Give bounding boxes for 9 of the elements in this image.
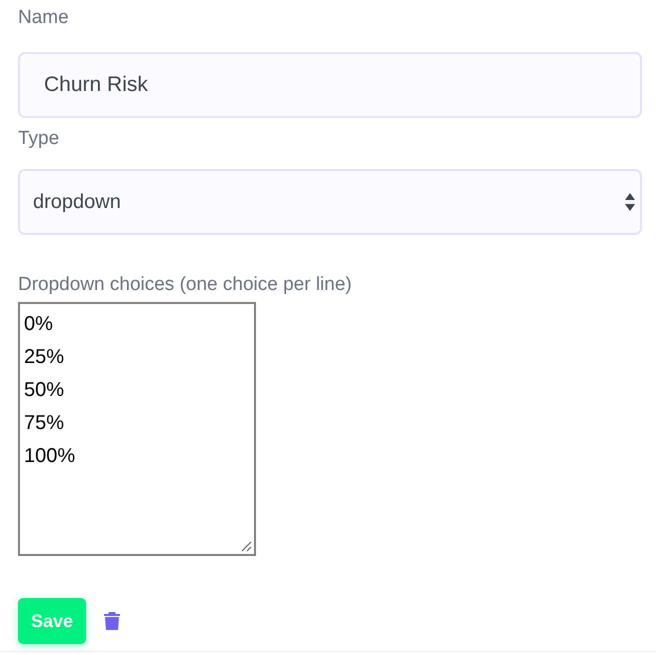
resize-grip-icon[interactable] (241, 541, 252, 552)
trash-icon[interactable] (103, 611, 121, 631)
field-label: Name (18, 6, 70, 30)
name-input[interactable]: Churn Risk (18, 52, 642, 118)
sort-arrows-icon (625, 192, 635, 212)
choices-textarea[interactable]: 0% 25% 50% 75% 100% (18, 302, 256, 556)
field-label: Dropdown choices (one choice per line) (18, 273, 353, 297)
field-label: Type (18, 127, 60, 151)
type-select[interactable]: dropdown (18, 169, 642, 235)
